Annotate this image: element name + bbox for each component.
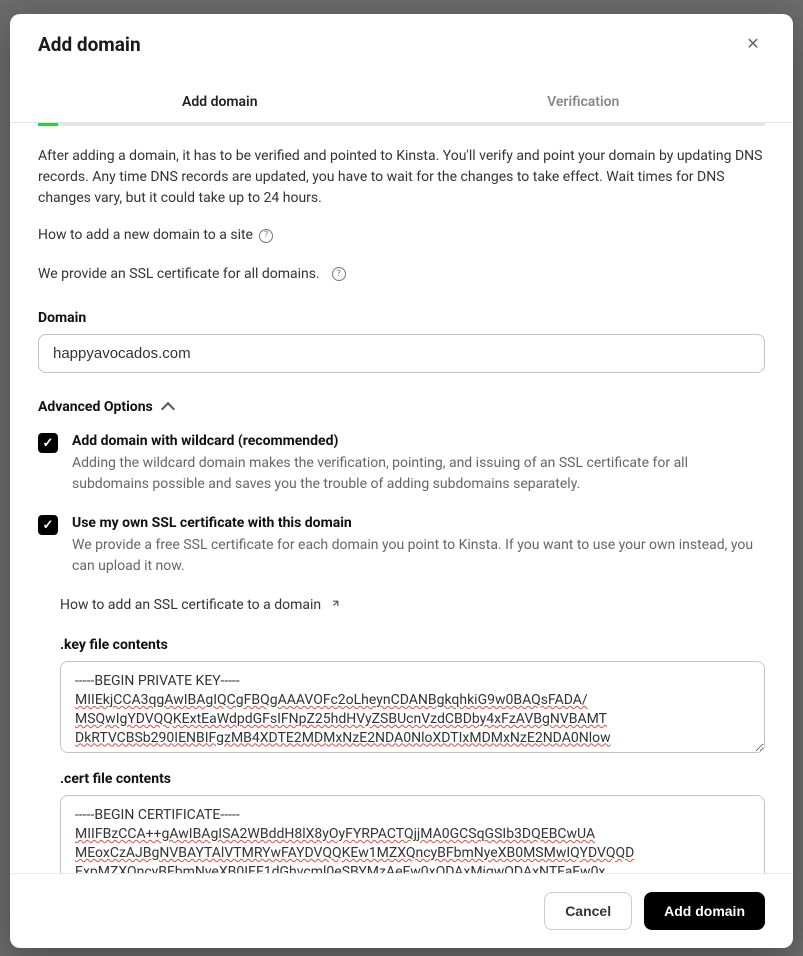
- progress-fill: [38, 123, 58, 126]
- domain-input[interactable]: [38, 334, 765, 373]
- help-add-domain-label: How to add a new domain to a site: [38, 225, 253, 246]
- chevron-up-icon: [161, 402, 175, 416]
- help-add-domain-link[interactable]: How to add a new domain to a site ?: [38, 225, 765, 246]
- modal-footer: Cancel Add domain: [10, 873, 793, 948]
- close-icon: ✕: [746, 34, 759, 54]
- own-ssl-checkbox[interactable]: ✓: [38, 515, 58, 535]
- modal-title: Add domain: [38, 33, 141, 56]
- wildcard-desc: Adding the wildcard domain makes the ver…: [72, 453, 765, 495]
- advanced-options-toggle[interactable]: Advanced Options: [38, 399, 765, 415]
- check-icon: ✓: [43, 436, 54, 451]
- wildcard-title: Add domain with wildcard (recommended): [72, 433, 765, 449]
- own-ssl-desc: We provide a free SSL certificate for ea…: [72, 535, 765, 577]
- question-icon: ?: [259, 229, 273, 243]
- external-link-icon: [327, 599, 340, 612]
- close-button[interactable]: ✕: [741, 32, 765, 56]
- add-domain-modal: Add domain ✕ Add domain Verification Aft…: [10, 14, 793, 948]
- own-ssl-title: Use my own SSL certificate with this dom…: [72, 515, 765, 531]
- tab-bar: Add domain Verification: [10, 82, 793, 123]
- advanced-options-label: Advanced Options: [38, 399, 153, 415]
- progress-bar: [38, 123, 765, 126]
- domain-label: Domain: [38, 310, 765, 326]
- cert-file-textarea[interactable]: -----BEGIN CERTIFICATE-----MIIFBzCCA++gA…: [60, 795, 765, 873]
- check-icon: ✓: [43, 518, 54, 533]
- key-file-group: .key file contents -----BEGIN PRIVATE KE…: [60, 637, 765, 753]
- wildcard-checkbox[interactable]: ✓: [38, 433, 58, 453]
- ssl-upload-section: How to add an SSL certificate to a domai…: [60, 597, 765, 873]
- ssl-note-text: We provide an SSL certificate for all do…: [38, 266, 320, 282]
- wildcard-text: Add domain with wildcard (recommended) A…: [72, 433, 765, 495]
- add-domain-button[interactable]: Add domain: [644, 892, 765, 930]
- question-icon[interactable]: ?: [332, 267, 346, 281]
- cert-file-group: .cert file contents -----BEGIN CERTIFICA…: [60, 771, 765, 873]
- modal-header: Add domain ✕: [10, 14, 793, 74]
- ssl-note: We provide an SSL certificate for all do…: [38, 266, 765, 282]
- own-ssl-option: ✓ Use my own SSL certificate with this d…: [38, 515, 765, 577]
- tab-add-domain[interactable]: Add domain: [38, 82, 402, 122]
- modal-body: After adding a domain, it has to be veri…: [10, 126, 793, 873]
- own-ssl-text: Use my own SSL certificate with this dom…: [72, 515, 765, 577]
- key-file-label: .key file contents: [60, 637, 765, 653]
- help-ssl-link[interactable]: How to add an SSL certificate to a domai…: [60, 597, 765, 613]
- key-file-textarea[interactable]: -----BEGIN PRIVATE KEY-----MIIEkjCCA3qgA…: [60, 661, 765, 753]
- intro-text: After adding a domain, it has to be veri…: [38, 146, 765, 209]
- tab-verification[interactable]: Verification: [402, 82, 766, 122]
- cancel-button[interactable]: Cancel: [544, 892, 632, 930]
- wildcard-option: ✓ Add domain with wildcard (recommended)…: [38, 433, 765, 495]
- help-ssl-label: How to add an SSL certificate to a domai…: [60, 597, 321, 613]
- cert-file-label: .cert file contents: [60, 771, 765, 787]
